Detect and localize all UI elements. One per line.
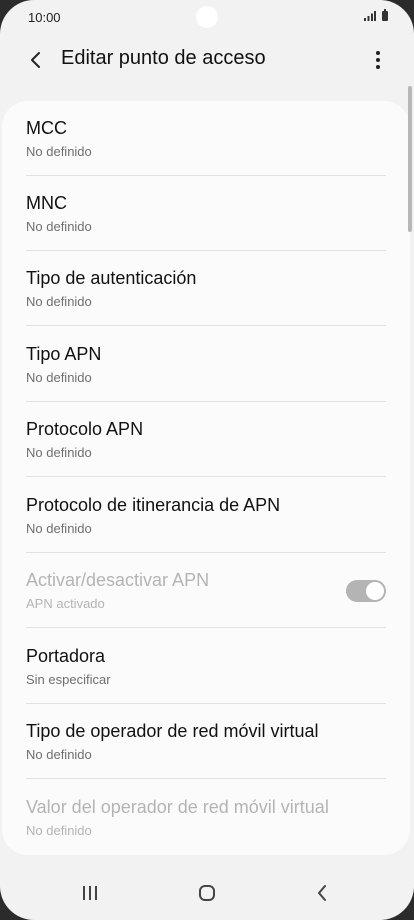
setting-value: No definido [26, 747, 92, 762]
phone-screen: 10:00 Editar punto de acceso MCC No defi… [0, 0, 414, 920]
setting-title: Valor del operador de red móvil virtual [26, 797, 329, 817]
battery-icon [382, 9, 388, 21]
apn-enable-toggle [346, 580, 386, 602]
setting-title: Tipo de autenticación [26, 268, 197, 288]
back-icon [318, 885, 326, 901]
page-title: Editar punto de acceso [61, 47, 266, 69]
setting-mnc[interactable]: MNC No definido [2, 176, 410, 251]
home-icon [199, 885, 215, 901]
app-bar: Editar punto de acceso [0, 36, 414, 84]
more-vert-icon [376, 51, 380, 69]
recent-apps-button[interactable] [70, 876, 110, 910]
setting-apn-protocol[interactable]: Protocolo APN No definido [2, 402, 410, 477]
setting-apn-type[interactable]: Tipo APN No definido [2, 327, 410, 402]
setting-title: MCC [26, 118, 67, 138]
setting-value: No definido [26, 823, 92, 838]
setting-value: Sin especificar [26, 672, 111, 687]
home-button[interactable] [187, 876, 227, 910]
camera-cutout [196, 6, 218, 28]
navigation-bar [0, 866, 414, 920]
toggle-knob [365, 581, 385, 601]
setting-value: No definido [26, 445, 92, 460]
setting-value: No definido [26, 370, 92, 385]
setting-auth-type[interactable]: Tipo de autenticación No definido [2, 251, 410, 326]
chevron-left-icon [31, 52, 40, 68]
setting-value: No definido [26, 521, 92, 536]
more-options-button[interactable] [364, 46, 392, 74]
setting-mvno-value: Valor del operador de red móvil virtual … [2, 780, 410, 855]
status-bar: 10:00 [0, 0, 414, 36]
divider [26, 476, 386, 477]
settings-list: MCC No definido MNC No definido Tipo de … [2, 101, 410, 855]
setting-title: Tipo de operador de red móvil virtual [26, 721, 319, 741]
status-icons [364, 9, 388, 21]
setting-title: Protocolo APN [26, 419, 144, 439]
setting-value: No definido [26, 144, 92, 159]
setting-title: Tipo APN [26, 344, 102, 364]
setting-title: MNC [26, 193, 67, 213]
divider [26, 627, 386, 628]
divider [26, 325, 386, 326]
setting-bearer[interactable]: Portadora Sin especificar [2, 629, 410, 704]
nav-back-button[interactable] [302, 876, 342, 910]
setting-apn-roaming-protocol[interactable]: Protocolo de itinerancia de APN No defin… [2, 478, 410, 553]
setting-title: Protocolo de itinerancia de APN [26, 495, 281, 515]
setting-mvno-type[interactable]: Tipo de operador de red móvil virtual No… [2, 704, 410, 779]
setting-value: No definido [26, 219, 92, 234]
setting-apn-enable: Activar/desactivar APN APN activado [2, 553, 410, 628]
back-button[interactable] [22, 46, 50, 74]
setting-title: Activar/desactivar APN [26, 570, 210, 590]
setting-title: Portadora [26, 646, 106, 666]
setting-value: APN activado [26, 596, 105, 611]
setting-value: No definido [26, 294, 92, 309]
signal-icon [364, 11, 376, 21]
status-time: 10:00 [28, 10, 61, 25]
recent-apps-icon [83, 886, 97, 900]
scrollbar[interactable] [408, 86, 412, 232]
divider [26, 778, 386, 779]
setting-mcc[interactable]: MCC No definido [2, 101, 410, 176]
